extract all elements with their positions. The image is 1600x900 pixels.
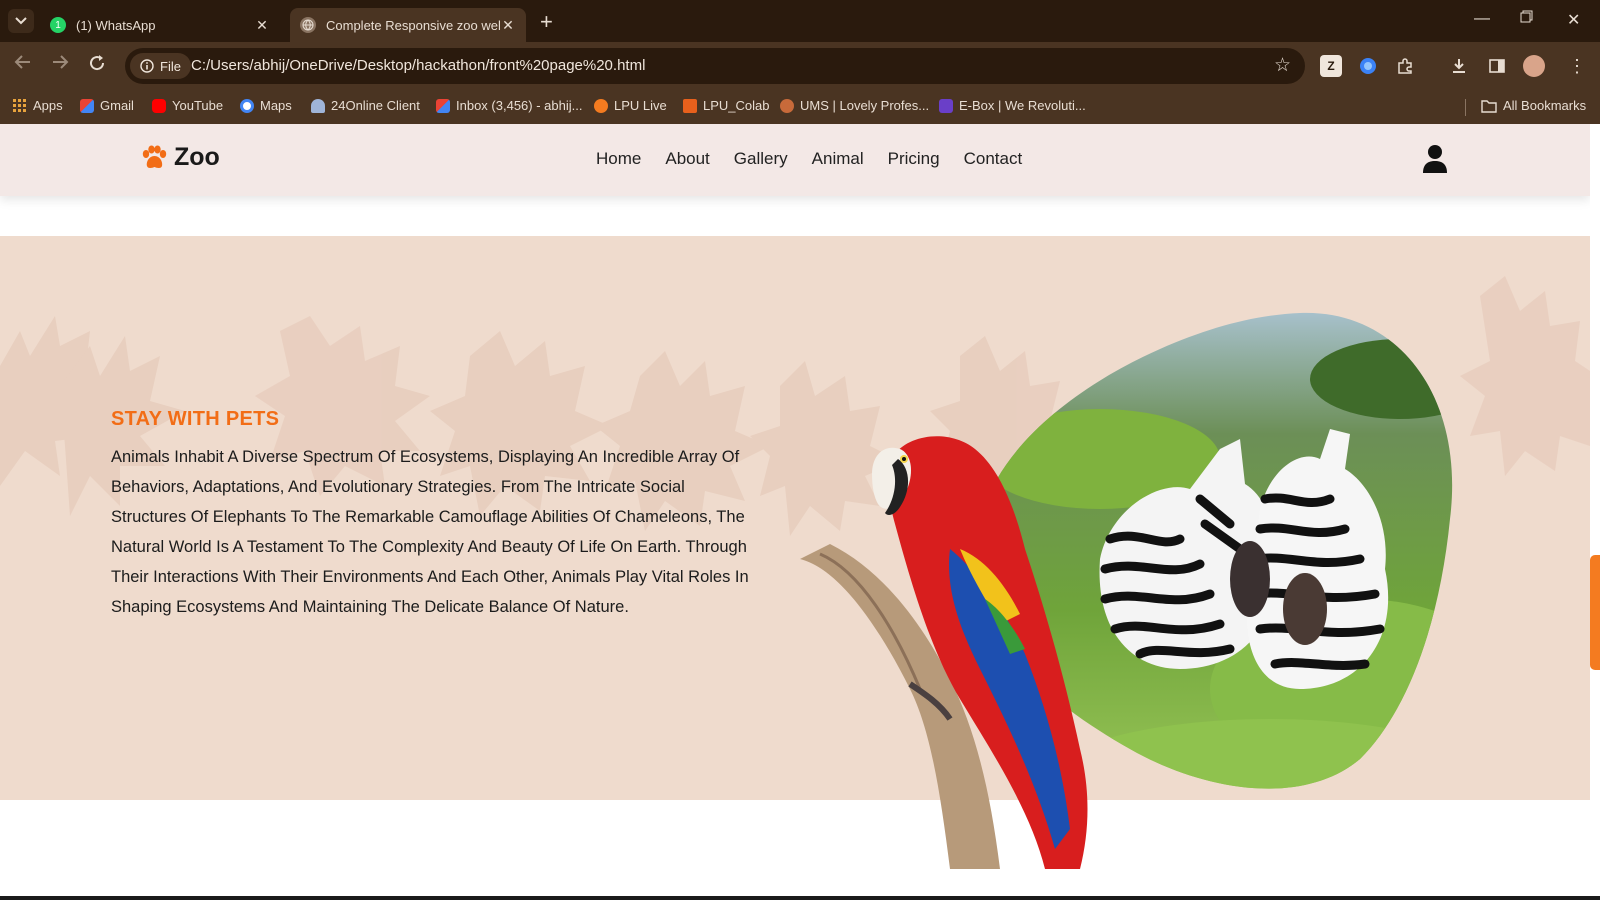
close-window-icon[interactable]: ✕ [1567, 10, 1580, 30]
lpu-live-icon [594, 98, 608, 113]
bookmark-label: Inbox (3,456) - abhij... [456, 98, 583, 113]
logo-text: Zoo [174, 143, 220, 171]
zebras-parrot-illustration [800, 312, 1453, 869]
puzzle-icon[interactable] [1394, 55, 1416, 77]
bookmark-gmail[interactable]: Gmail [80, 98, 134, 113]
whatsapp-icon: 1 [50, 17, 66, 33]
bookmark-label: All Bookmarks [1503, 98, 1587, 113]
new-tab-button[interactable]: + [540, 9, 553, 35]
user-icon[interactable] [1422, 144, 1448, 179]
bookmark-apps[interactable]: Apps [13, 98, 63, 113]
bookmark-youtube[interactable]: YouTube [152, 98, 223, 113]
browser-tab-bar: 1 (1) WhatsApp ✕ Complete Responsive zoo… [0, 0, 1600, 42]
bookmark-label: Maps [260, 98, 292, 113]
info-icon [140, 59, 154, 73]
bookmark-inbox[interactable]: Inbox (3,456) - abhij... [436, 98, 582, 113]
bookmark-label: LPU_Colab [703, 98, 770, 113]
back-arrow-icon[interactable] [14, 54, 32, 75]
web-page: Zoo Home About Gallery Animal Pricing Co… [0, 124, 1590, 900]
extension-icon[interactable] [1357, 55, 1379, 77]
bookmarks-bar: Apps Gmail YouTube Maps 24Online Client … [0, 90, 1600, 124]
bookmark-lpu-colab[interactable]: LPU_Colab [683, 98, 770, 113]
profile-avatar[interactable] [1523, 55, 1545, 77]
apps-grid-icon [13, 98, 26, 112]
tab-zoo-website[interactable]: Complete Responsive zoo website ✕ [290, 8, 526, 42]
cloud-icon [311, 98, 325, 113]
page-scrollbar-track [1590, 124, 1600, 900]
all-bookmarks-button[interactable]: All Bookmarks [1481, 98, 1586, 113]
bookmark-label: Apps [33, 98, 63, 113]
about-paragraph: Animals Inhabit A Diverse Spectrum Of Ec… [111, 448, 749, 616]
tab-search-button[interactable] [8, 9, 34, 33]
download-icon[interactable] [1448, 55, 1470, 77]
chip-label: File [160, 58, 181, 74]
bookmark-divider [1465, 99, 1466, 116]
taskbar-edge [0, 896, 1600, 900]
browser-toolbar: File C:/Users/abhij/OneDrive/Desktop/hac… [0, 42, 1600, 90]
tab-title: (1) WhatsApp [76, 17, 156, 33]
ebox-icon [939, 98, 953, 113]
bookmark-star-icon[interactable]: ☆ [1274, 54, 1291, 77]
site-info-chip[interactable]: File [130, 53, 191, 79]
bookmark-lpu-live[interactable]: LPU Live [594, 98, 667, 113]
tab-title: Complete Responsive zoo website [326, 17, 500, 33]
bookmark-ebox[interactable]: E-Box | We Revoluti... [939, 98, 1086, 113]
gmail-icon [80, 98, 94, 113]
section-kicker: STAY WITH PETS [111, 408, 280, 430]
forward-arrow-icon[interactable] [51, 54, 69, 75]
bookmark-label: E-Box | We Revoluti... [959, 98, 1086, 113]
nav-animal[interactable]: Animal [812, 149, 864, 169]
bookmark-label: LPU Live [614, 98, 667, 113]
page-scrollbar-thumb[interactable] [1590, 555, 1600, 670]
bookmark-24online[interactable]: 24Online Client [311, 98, 420, 113]
main-nav: Home About Gallery Animal Pricing Contac… [596, 149, 1022, 169]
extension-icon[interactable]: Z [1320, 55, 1342, 77]
bookmark-label: UMS | Lovely Profes... [800, 98, 930, 113]
bookmark-maps[interactable]: Maps [240, 98, 292, 113]
site-header: Zoo Home About Gallery Animal Pricing Co… [0, 124, 1590, 196]
nav-about[interactable]: About [665, 149, 709, 169]
url-text[interactable]: C:/Users/abhij/OneDrive/Desktop/hackatho… [191, 57, 645, 74]
globe-icon [300, 17, 316, 33]
close-tab-icon[interactable]: ✕ [500, 17, 516, 34]
close-tab-icon[interactable]: ✕ [254, 17, 270, 34]
nav-home[interactable]: Home [596, 149, 641, 169]
nav-pricing[interactable]: Pricing [888, 149, 940, 169]
side-panel-icon[interactable] [1486, 55, 1508, 77]
nav-contact[interactable]: Contact [964, 149, 1023, 169]
gmail-icon [436, 98, 450, 113]
lpu-colab-icon [683, 98, 697, 113]
google-icon [240, 98, 254, 113]
site-logo[interactable]: Zoo [140, 143, 220, 172]
bookmark-label: 24Online Client [331, 98, 420, 113]
restore-icon[interactable] [1520, 10, 1533, 28]
bookmark-label: YouTube [172, 98, 224, 113]
paw-icon [142, 145, 167, 168]
ums-icon [780, 98, 794, 113]
bookmark-label: Gmail [100, 98, 134, 113]
bookmark-ums[interactable]: UMS | Lovely Profes... [780, 98, 929, 113]
minimize-icon[interactable]: — [1474, 10, 1490, 28]
nav-gallery[interactable]: Gallery [734, 149, 788, 169]
reload-icon[interactable] [88, 54, 106, 77]
tab-whatsapp[interactable]: 1 (1) WhatsApp ✕ [40, 8, 280, 42]
folder-icon [1481, 99, 1497, 113]
chevron-down-icon [15, 17, 27, 25]
youtube-icon [152, 98, 166, 113]
menu-kebab-icon[interactable]: ⋮ [1566, 55, 1588, 77]
address-bar[interactable]: File C:/Users/abhij/OneDrive/Desktop/hac… [125, 48, 1305, 84]
